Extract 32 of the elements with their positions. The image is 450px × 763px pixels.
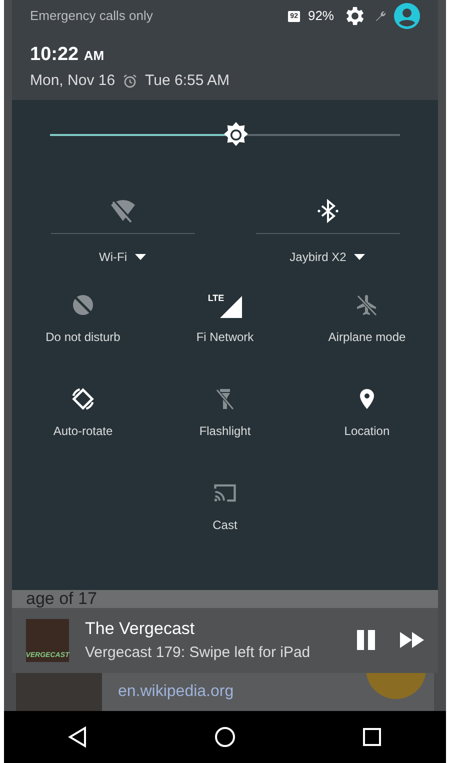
airplane-icon[interactable] [354,293,379,317]
recents-icon[interactable] [361,726,384,748]
tile-label[interactable]: Auto-rotate [53,422,113,440]
alarm-text: Tue 6:55 AM [145,70,230,90]
rotate-icon[interactable] [70,386,96,412]
lte-label: LTE [208,292,224,305]
dropdown-caret-icon [134,254,146,260]
wrench-icon [374,10,386,22]
tile-label-dropdown[interactable]: Wi-Fi [99,248,146,266]
tile-label[interactable]: Cast [212,516,238,534]
fast-forward-icon[interactable] [400,632,424,648]
tile-label[interactable]: Flashlight [199,422,251,440]
tile-label[interactable]: Location [344,422,390,440]
tile-label[interactable]: Airplane mode [328,328,406,346]
wifi-off-icon[interactable] [108,197,136,225]
clock-time: 10:22 AM [30,43,106,67]
alarm-clock-icon [123,74,138,88]
tile-label[interactable]: Do not disturb [46,328,120,346]
pause-icon[interactable] [356,629,376,652]
avatar-icon[interactable] [394,3,420,29]
media-title: The Vergecast [85,618,196,640]
media-subtitle: Vergecast 179: Swipe left for iPad [85,642,310,663]
tile-label-dropdown[interactable]: Jaybird X2 [290,248,366,266]
carrier-text: Emergency calls only [30,7,153,26]
back-icon[interactable] [66,726,89,748]
do-not-disturb-icon[interactable] [71,293,95,317]
date-text: Mon, Nov 16 [30,70,116,90]
battery-percent: 92% [308,7,334,26]
home-icon[interactable] [214,726,236,748]
dropdown-caret-icon [354,254,366,260]
page-text: age of 17 [12,590,438,608]
tile-label[interactable]: Fi Network [196,328,254,346]
